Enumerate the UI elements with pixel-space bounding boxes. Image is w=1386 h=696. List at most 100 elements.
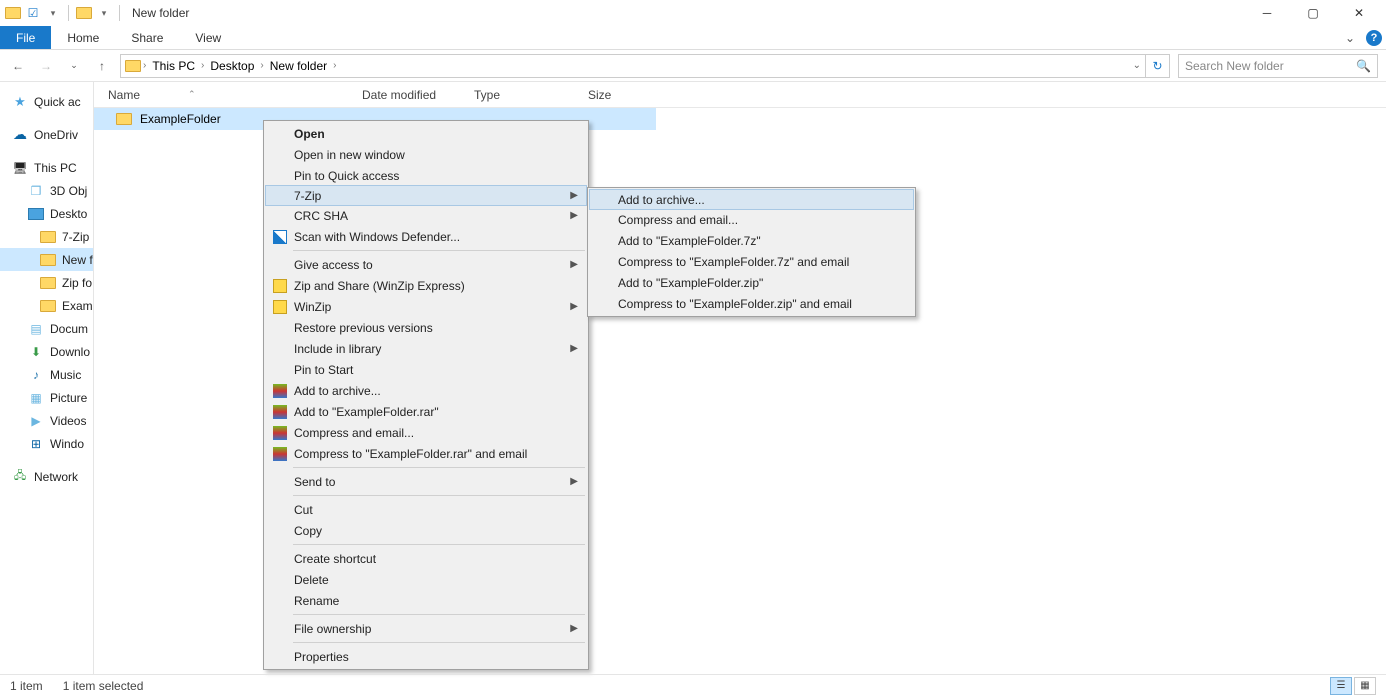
sidebar-item-new-folder[interactable]: New f [0,248,93,271]
menu-item-label: CRC SHA [294,209,348,223]
up-button[interactable]: ↑ [92,56,112,76]
tab-file[interactable]: File [0,26,51,49]
folder-icon [40,275,56,291]
sidebar-item-example[interactable]: Examp [0,294,93,317]
breadcrumb-desktop[interactable]: Desktop [206,59,258,73]
chevron-right-icon[interactable]: › [260,60,263,71]
separator [293,614,585,615]
title-bar: ☑ ▾ ▾ New folder ─ ▢ ✕ [0,0,1386,26]
sidebar-item-downloads[interactable]: Downlo [0,340,93,363]
forward-button[interactable]: → [36,56,56,76]
tab-share[interactable]: Share [115,26,179,49]
recent-dropdown-icon[interactable]: ⌄ [64,56,84,76]
network-icon [12,469,28,485]
search-placeholder: Search New folder [1185,59,1284,73]
menu-item-crc-sha[interactable]: CRC SHA▶ [266,205,586,226]
address-dropdown-icon[interactable]: ⌄ [1133,60,1141,71]
winzip-icon [272,278,288,294]
menu-item-compress-and-email[interactable]: Compress and email... [590,209,913,230]
menu-item-7zip[interactable]: 7-Zip ▶ [265,185,587,206]
tab-view[interactable]: View [179,26,237,49]
sidebar-item-network[interactable]: Network [0,465,93,488]
sidebar-item-videos[interactable]: Videos [0,409,93,432]
menu-item-pin-quick-access[interactable]: Pin to Quick access [266,165,586,186]
winzip-icon [272,299,288,315]
menu-item-compress-7z-email[interactable]: Compress to "ExampleFolder.7z" and email [590,251,913,272]
context-submenu-7zip: Add to archive... Compress and email... … [587,187,916,317]
menu-item-send-to[interactable]: Send to▶ [266,471,586,492]
menu-item-properties[interactable]: Properties [266,646,586,667]
menu-item-create-shortcut[interactable]: Create shortcut [266,548,586,569]
menu-item-winzip-express[interactable]: Zip and Share (WinZip Express) [266,275,586,296]
menu-item-delete[interactable]: Delete [266,569,586,590]
breadcrumb-folder[interactable]: New folder [266,59,331,73]
sidebar-item-quick-access[interactable]: Quick ac [0,90,93,113]
view-large-icons-button[interactable]: ▦ [1354,677,1376,695]
chevron-right-icon[interactable]: › [333,60,336,71]
address-bar[interactable]: › This PC › Desktop › New folder › ⌄ [120,54,1146,78]
menu-item-cut[interactable]: Cut [266,499,586,520]
menu-item-label: 7-Zip [294,189,321,203]
menu-item-include-library[interactable]: Include in library▶ [266,338,586,359]
sidebar-item-zip-folder[interactable]: Zip fo [0,271,93,294]
window-title: New folder [132,6,189,20]
chevron-right-icon[interactable]: › [201,60,204,71]
tab-home[interactable]: Home [51,26,115,49]
sidebar-item-label: Docum [50,322,88,336]
menu-item-defender[interactable]: Scan with Windows Defender... [266,226,586,247]
menu-item-copy[interactable]: Copy [266,520,586,541]
maximize-button[interactable]: ▢ [1290,0,1336,26]
menu-item-winzip[interactable]: WinZip▶ [266,296,586,317]
sidebar-item-3d-objects[interactable]: 3D Obj [0,179,93,202]
breadcrumb-pc[interactable]: This PC [148,59,199,73]
refresh-button[interactable]: ↻ [1146,54,1170,78]
menu-item-pin-start[interactable]: Pin to Start [266,359,586,380]
menu-item-restore[interactable]: Restore previous versions [266,317,586,338]
sidebar-item-documents[interactable]: Docum [0,317,93,340]
column-size[interactable]: Size [576,88,650,102]
sidebar-item-label: Picture [50,391,87,405]
sidebar-item-desktop[interactable]: Deskto [0,202,93,225]
separator [293,250,585,251]
sidebar-item-onedrive[interactable]: OneDriv [0,123,93,146]
sidebar-item-label: OneDriv [34,128,78,142]
menu-item-open-new-window[interactable]: Open in new window [266,144,586,165]
close-button[interactable]: ✕ [1336,0,1382,26]
minimize-button[interactable]: ─ [1244,0,1290,26]
menu-item-compress-email[interactable]: Compress and email... [266,422,586,443]
back-button[interactable]: ← [8,56,28,76]
sidebar-item-label: Zip fo [62,276,92,290]
menu-item-file-ownership[interactable]: File ownership▶ [266,618,586,639]
chevron-right-icon[interactable]: › [143,60,146,71]
sidebar-item-music[interactable]: Music [0,363,93,386]
menu-item-give-access[interactable]: Give access to▶ [266,254,586,275]
qat-dropdown-icon[interactable]: ▾ [44,4,62,22]
menu-item-add-7z[interactable]: Add to "ExampleFolder.7z" [590,230,913,251]
qat-dropdown-icon[interactable]: ▾ [95,4,113,22]
sidebar-item-label: Music [50,368,81,382]
folder-icon [40,252,56,268]
sidebar-item-windows[interactable]: Windo [0,432,93,455]
sidebar-item-label: 7-Zip [62,230,89,244]
menu-item-open[interactable]: Open [266,123,586,144]
menu-item-add-archive[interactable]: Add to archive... [266,380,586,401]
ribbon-collapse-icon[interactable]: ⌄ [1338,26,1362,49]
search-input[interactable]: Search New folder 🔍 [1178,54,1378,78]
properties-qat-icon[interactable]: ☑ [24,4,42,22]
menu-item-add-zip[interactable]: Add to "ExampleFolder.zip" [590,272,913,293]
sidebar-item-7zip[interactable]: 7-Zip [0,225,93,248]
menu-item-compress-rar-email[interactable]: Compress to "ExampleFolder.rar" and emai… [266,443,586,464]
sidebar-item-this-pc[interactable]: This PC [0,156,93,179]
sidebar-item-pictures[interactable]: Picture [0,386,93,409]
menu-item-compress-zip-email[interactable]: Compress to "ExampleFolder.zip" and emai… [590,293,913,314]
menu-item-add-to-archive[interactable]: Add to archive... [589,189,914,210]
column-type[interactable]: Type [462,88,576,102]
help-button[interactable]: ? [1362,26,1386,49]
menu-item-rename[interactable]: Rename [266,590,586,611]
chevron-right-icon: ▶ [570,190,578,201]
column-date[interactable]: Date modified [350,88,462,102]
menu-item-add-rar[interactable]: Add to "ExampleFolder.rar" [266,401,586,422]
menu-item-label: Include in library [294,342,381,356]
view-details-button[interactable]: ☰ [1330,677,1352,695]
column-name[interactable]: Name⌃ [94,88,350,102]
